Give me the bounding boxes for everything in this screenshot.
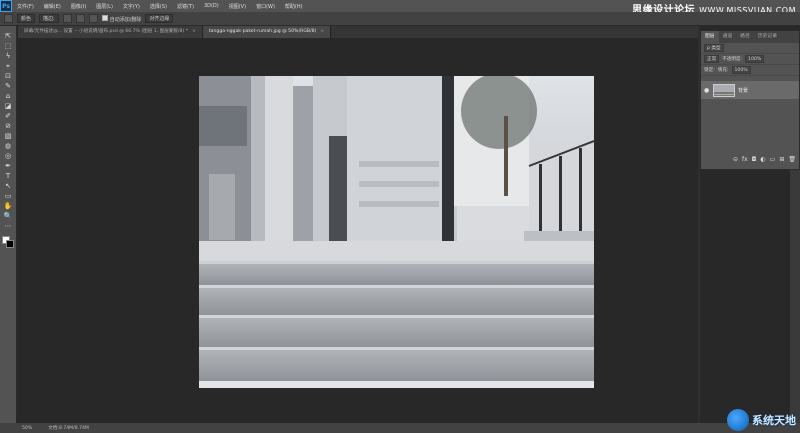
menu-bar: Ps 文件(F) 编辑(E) 图像(I) 图层(L) 文字(Y) 选择(S) 滤…	[0, 0, 800, 16]
background-color-swatch[interactable]	[6, 240, 14, 248]
gradient-tool-icon[interactable]: ▧	[3, 132, 13, 140]
fill-label: 填充:	[717, 68, 729, 73]
layer-row-background[interactable]: ● 背景	[701, 81, 799, 99]
tab-paths[interactable]: 路径	[736, 31, 754, 43]
document-canvas[interactable]	[199, 76, 594, 388]
eraser-tool-icon[interactable]: ⊘	[3, 122, 13, 130]
path-select-tool-icon[interactable]: ↖	[3, 182, 13, 190]
tab-channels[interactable]: 通道	[719, 31, 737, 43]
menu-edit[interactable]: 编辑(E)	[39, 3, 66, 10]
auto-add-label: 自动添加/删除	[109, 16, 142, 23]
type-tool-icon[interactable]: T	[3, 172, 13, 180]
photoshop-logo-icon: Ps	[0, 0, 12, 12]
tab-label: tangga-nggak-paket-rumah.jpg @ 50%(RGB/8…	[208, 29, 317, 34]
document-tabs: 屏幕/元件描述@... 设置 -- 小组说明/画布.psd @ 66.7% (图…	[18, 26, 698, 38]
layer-style-icon[interactable]: fx	[742, 156, 748, 165]
tab-document-2[interactable]: tangga-nggak-paket-rumah.jpg @ 50%(RGB/8…	[202, 26, 332, 38]
tab-layers[interactable]: 图层	[701, 31, 719, 43]
fill-input[interactable]: 100%	[731, 66, 751, 74]
dodge-tool-icon[interactable]: ◎	[3, 152, 13, 160]
tab-label: 屏幕/元件描述@... 设置 -- 小组说明/画布.psd @ 66.7% (图…	[24, 29, 189, 34]
canvas-image	[199, 76, 594, 388]
watermark-bottom: 系统天地	[727, 409, 796, 431]
blend-mode-select[interactable]: 正常	[704, 55, 720, 63]
shape-tool-icon[interactable]: ▭	[3, 192, 13, 200]
close-icon[interactable]: ×	[320, 29, 324, 34]
stamp-tool-icon[interactable]: ✐	[3, 112, 13, 120]
adjustment-layer-icon[interactable]: ◐	[760, 156, 765, 165]
watermark-logo-icon	[727, 409, 749, 431]
close-icon[interactable]: ×	[192, 29, 196, 34]
hand-tool-icon[interactable]: ✋	[3, 202, 13, 210]
eyedropper-tool-icon[interactable]: ✎	[3, 82, 13, 90]
menu-select[interactable]: 选择(S)	[145, 3, 172, 10]
path-ops-icon[interactable]	[62, 14, 72, 23]
pen-mode-select[interactable]: 颜色	[17, 14, 36, 23]
menu-window[interactable]: 窗口(W)	[251, 3, 280, 10]
lock-row: 锁定: 填充: 100%	[701, 65, 799, 76]
blur-tool-icon[interactable]: ◍	[3, 142, 13, 150]
auto-add-delete-option[interactable]: 自动添加/删除	[101, 14, 142, 23]
tab-history[interactable]: 历史记录	[754, 31, 781, 43]
path-align-icon[interactable]	[75, 14, 85, 23]
panel-scrollbar[interactable]	[790, 170, 800, 423]
tools-panel: ⇱ ⬚ ϟ ⌖ ⊡ ✎ ⌂ ◪ ✐ ⊘ ▧ ◍ ◎ ✒ T ↖ ▭ ✋ 🔍 ⋯	[0, 26, 17, 423]
zoom-level[interactable]: 50%	[22, 426, 32, 431]
zoom-tool-icon[interactable]: 🔍	[3, 212, 13, 220]
menu-image[interactable]: 图像(I)	[66, 3, 91, 10]
stroke-label[interactable]: 描边:	[39, 14, 59, 23]
document-size: 文档:8.74M/8.74M	[48, 426, 89, 431]
new-group-icon[interactable]: ▭	[770, 156, 776, 165]
healing-tool-icon[interactable]: ⌂	[3, 92, 13, 100]
layer-thumbnail	[713, 83, 735, 97]
panel-tabs: 图层 通道 路径 历史记录	[701, 31, 799, 43]
menu-help[interactable]: 帮助(H)	[280, 3, 308, 10]
more-tools-icon[interactable]: ⋯	[3, 222, 13, 230]
layers-panel: 图层 通道 路径 历史记录 ρ 类型 正常 不透明度: 100% 锁定: 填充:…	[700, 30, 800, 170]
pen-tool-icon[interactable]: ✒	[3, 162, 13, 170]
color-swatches[interactable]	[2, 236, 14, 248]
menu-type[interactable]: 文字(Y)	[118, 3, 145, 10]
new-layer-icon[interactable]: ⊞	[779, 156, 784, 165]
tab-document-1[interactable]: 屏幕/元件描述@... 设置 -- 小组说明/画布.psd @ 66.7% (图…	[18, 26, 203, 38]
link-layers-icon[interactable]: ⊝	[733, 156, 738, 165]
quick-select-tool-icon[interactable]: ⌖	[3, 62, 13, 70]
options-bar: 颜色 描边: 自动添加/删除 对齐边缘	[0, 12, 800, 26]
pen-tool-preset-icon[interactable]	[4, 14, 13, 23]
menu-view[interactable]: 视图(V)	[224, 3, 251, 10]
menu-file[interactable]: 文件(F)	[12, 3, 39, 10]
layer-mask-icon[interactable]: ◘	[752, 156, 757, 165]
menu-layer[interactable]: 图层(L)	[91, 3, 118, 10]
crop-tool-icon[interactable]: ⊡	[3, 72, 13, 80]
visibility-eye-icon[interactable]: ●	[704, 87, 710, 94]
watermark-bottom-text: 系统天地	[752, 414, 796, 427]
path-arrange-icon[interactable]	[88, 14, 98, 23]
menu-filter[interactable]: 滤镜(T)	[172, 3, 199, 10]
lock-label: 锁定:	[704, 68, 715, 73]
brush-tool-icon[interactable]: ◪	[3, 102, 13, 110]
layer-filter-row: ρ 类型	[701, 43, 799, 54]
move-tool-icon[interactable]: ⇱	[3, 32, 13, 40]
opacity-label: 不透明度:	[722, 57, 743, 62]
align-edges-option[interactable]: 对齐边缘	[145, 14, 174, 23]
lasso-tool-icon[interactable]: ϟ	[3, 52, 13, 60]
menu-3d[interactable]: 3D(D)	[199, 3, 224, 9]
delete-layer-icon[interactable]: 🗑	[788, 156, 796, 165]
auto-add-checkbox[interactable]	[101, 14, 108, 21]
status-bar: 50% 文档:8.74M/8.74M	[0, 423, 800, 433]
blend-row: 正常 不透明度: 100%	[701, 54, 799, 65]
opacity-input[interactable]: 100%	[745, 55, 765, 63]
layer-filter-select[interactable]: ρ 类型	[704, 44, 724, 52]
marquee-tool-icon[interactable]: ⬚	[3, 42, 13, 50]
layers-panel-footer: ⊝ fx ◘ ◐ ▭ ⊞ 🗑	[701, 156, 799, 165]
layer-name: 背景	[738, 87, 749, 94]
